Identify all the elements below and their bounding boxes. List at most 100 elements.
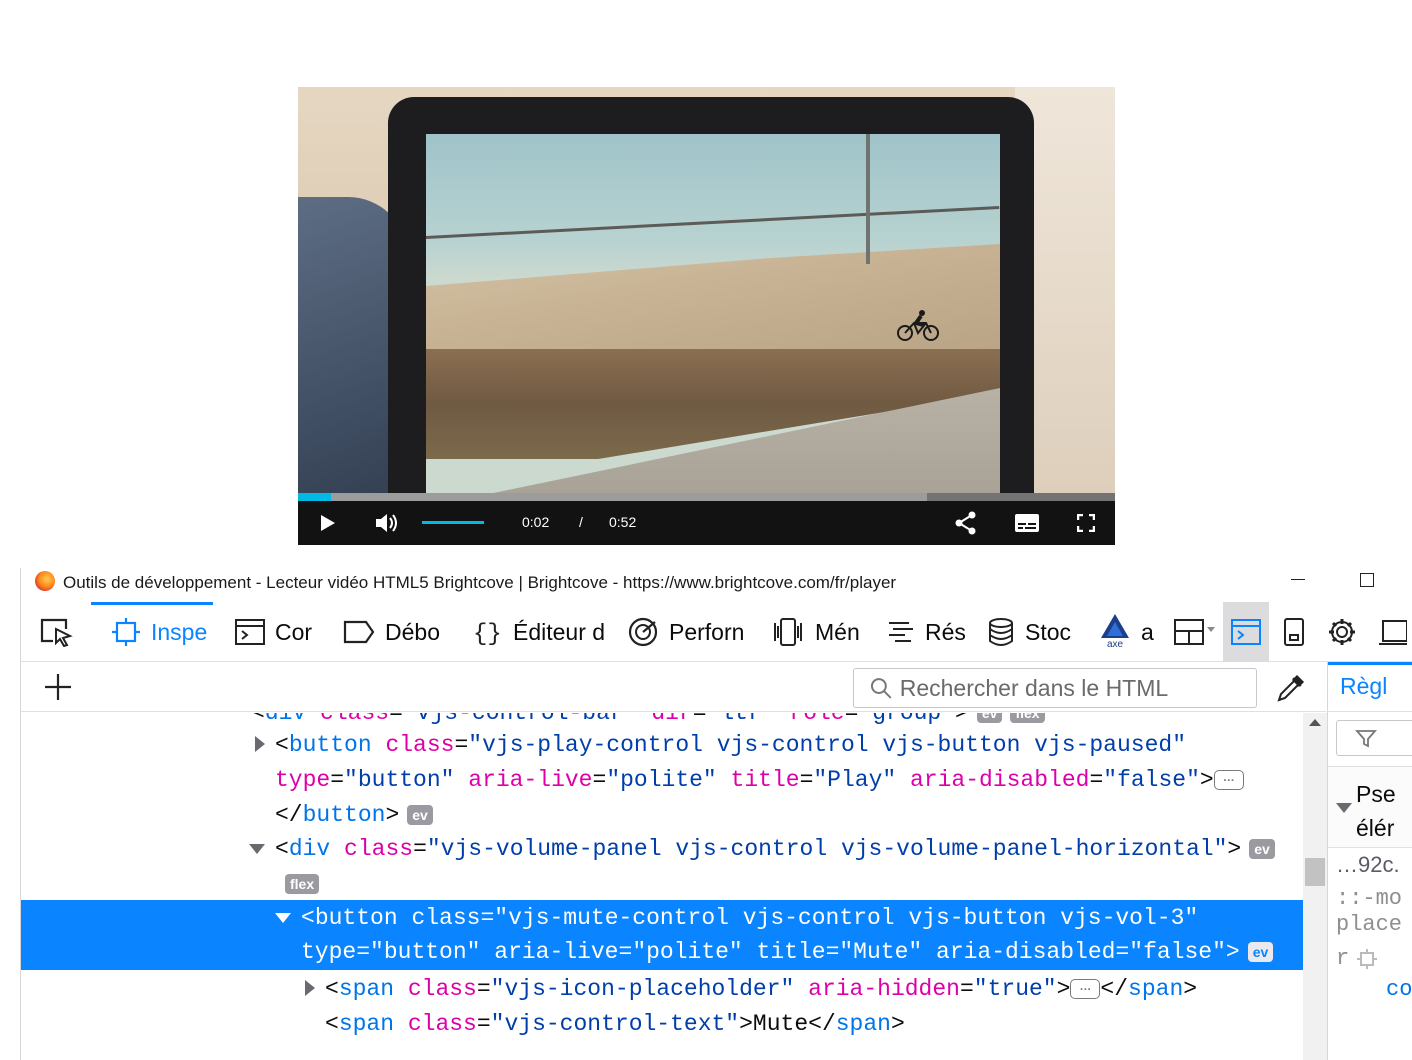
- tab-style-editor-label: Éditeur d: [513, 618, 606, 645]
- tab-memory[interactable]: Mén: [771, 602, 867, 662]
- video-control-bar: 0:02 / 0:52: [298, 501, 1115, 545]
- selected-node-row[interactable]: <button class="vjs-mute-control vjs-cont…: [21, 900, 1303, 970]
- expand-arrow-icon[interactable]: [305, 980, 315, 996]
- markup-line[interactable]: <div class="vjs-volume-panel vjs-control…: [275, 832, 1275, 866]
- tab-style-editor[interactable]: {} Éditeur d: [473, 602, 609, 662]
- scroll-up-icon[interactable]: [1309, 719, 1321, 726]
- settings-button[interactable]: [1327, 602, 1361, 662]
- tab-memory-label: Mén: [815, 618, 860, 645]
- tab-debugger-label: Débo: [385, 618, 440, 645]
- storage-icon: [989, 618, 1013, 646]
- tab-network[interactable]: Rés: [887, 602, 967, 662]
- filter-icon: [1355, 730, 1377, 748]
- volume-icon: [376, 514, 397, 532]
- video-frame-laptop: [388, 97, 1034, 537]
- scroll-thumb[interactable]: [1305, 858, 1325, 886]
- tab-performance[interactable]: Perforn: [627, 602, 751, 662]
- collapsed-content-button[interactable]: …: [1213, 769, 1244, 790]
- devtools-toolbar: Inspe Cor Débo {} Éditeur d Perforn Mén …: [21, 602, 1412, 662]
- tab-axe-label: a: [1141, 618, 1154, 645]
- highlight-node-icon[interactable]: [1356, 948, 1378, 970]
- pseudo-selector-end: r: [1336, 946, 1350, 971]
- rule-selector: …92c.: [1336, 852, 1400, 877]
- volume-slider[interactable]: [422, 521, 484, 524]
- maximize-button[interactable]: [1360, 573, 1374, 587]
- window-title: Outils de développement - Lecteur vidéo …: [63, 573, 897, 592]
- duration: 0:52: [609, 514, 637, 530]
- eyedropper-icon[interactable]: [1275, 672, 1307, 704]
- dock-icon: [1379, 620, 1407, 645]
- pseudo-elements-toggle[interactable]: Pse élér: [1328, 766, 1412, 848]
- inspector-icon: [112, 618, 140, 646]
- memory-icon: [774, 618, 802, 646]
- share-button[interactable]: [951, 501, 981, 545]
- expand-arrow-icon[interactable]: [255, 736, 265, 752]
- captions-icon: [1015, 514, 1039, 532]
- markup-line[interactable]: <button class="vjs-mute-control vjs-cont…: [301, 901, 1198, 935]
- tab-storage[interactable]: Stoc: [987, 602, 1077, 662]
- pseudo-selector: ::-mo: [1336, 886, 1403, 911]
- split-console-icon: [1231, 619, 1261, 645]
- fullscreen-button[interactable]: [1071, 501, 1101, 545]
- css-property[interactable]: co: [1386, 977, 1412, 1002]
- markup-line[interactable]: <span class="vjs-control-text">Mute</spa…: [325, 1007, 905, 1041]
- rules-filter-input[interactable]: [1336, 720, 1412, 756]
- tab-performance-label: Perforn: [669, 618, 745, 645]
- debugger-icon: [343, 620, 375, 644]
- collapsed-content-button[interactable]: …: [1070, 978, 1101, 999]
- add-node-icon[interactable]: [43, 672, 73, 702]
- collapse-arrow-icon[interactable]: [249, 844, 265, 854]
- collapse-arrow-icon[interactable]: [275, 913, 291, 923]
- mute-button[interactable]: [370, 501, 404, 545]
- rules-panel: Règl Pse élér …92c. ::-mo place r co: [1327, 662, 1412, 1060]
- video-frame-screen: [426, 134, 1000, 514]
- time-divider: /: [579, 514, 583, 530]
- layout-icon: [1174, 619, 1215, 645]
- markup-line[interactable]: <button class="vjs-play-control vjs-cont…: [275, 728, 1186, 762]
- markup-search-row: [21, 662, 1326, 712]
- event-badge: ev: [1247, 941, 1274, 962]
- progress-buffered: [298, 493, 928, 501]
- markup-line[interactable]: </button> ev: [275, 798, 433, 832]
- tab-axe[interactable]: axe a: [1099, 602, 1159, 662]
- tab-inspector[interactable]: Inspe: [111, 602, 213, 662]
- play-button[interactable]: [312, 501, 344, 545]
- tab-rules[interactable]: Règl: [1328, 662, 1412, 712]
- progress-played: [298, 493, 331, 501]
- style-editor-icon: {}: [473, 621, 502, 647]
- minimize-button[interactable]: [1291, 579, 1305, 580]
- markup-line[interactable]: type="button" aria-live="polite" title="…: [301, 935, 1274, 969]
- devtools-window: Outils de développement - Lecteur vidéo …: [20, 568, 1412, 1060]
- markup-line[interactable]: <span class="vjs-icon-placeholder" aria-…: [325, 972, 1197, 1006]
- captions-button[interactable]: [1010, 501, 1044, 545]
- tab-debugger[interactable]: Débo: [343, 602, 451, 662]
- html-search-box[interactable]: [853, 668, 1257, 708]
- tab-network-label: Rés: [925, 618, 966, 645]
- event-badge: ev: [407, 804, 433, 825]
- progress-bar[interactable]: [298, 493, 1115, 501]
- video-scene-rail: [426, 205, 1000, 239]
- search-input[interactable]: [899, 674, 1256, 702]
- search-icon: [870, 678, 892, 699]
- split-console-button[interactable]: [1223, 602, 1269, 662]
- event-badge: ev: [976, 713, 1003, 723]
- pseudo-elements-label: Pse élér: [1356, 781, 1396, 841]
- flex-badge: flex: [285, 873, 320, 894]
- responsive-design-button[interactable]: [1283, 602, 1313, 662]
- split-layout-button[interactable]: [1173, 602, 1219, 662]
- firefox-logo-icon: [35, 571, 55, 591]
- tab-storage-label: Stoc: [1025, 618, 1072, 645]
- tab-console[interactable]: Cor: [235, 602, 321, 662]
- markup-line[interactable]: type="button" aria-live="polite" title="…: [275, 763, 1244, 797]
- markup-scrollbar[interactable]: [1303, 713, 1327, 1060]
- dock-options-button[interactable]: [1377, 602, 1412, 662]
- video-player[interactable]: 0:02 / 0:52: [298, 87, 1115, 545]
- element-picker-button[interactable]: [39, 602, 79, 662]
- flex-badge: flex: [1010, 713, 1045, 723]
- markup-line: flex: [275, 867, 320, 901]
- fullscreen-icon: [1077, 514, 1095, 532]
- gear-icon: [1329, 619, 1355, 645]
- cyclist-figure: [897, 310, 939, 341]
- tab-inspector-label: Inspe: [151, 618, 208, 645]
- window-title-bar: Outils de développement - Lecteur vidéo …: [21, 568, 1412, 598]
